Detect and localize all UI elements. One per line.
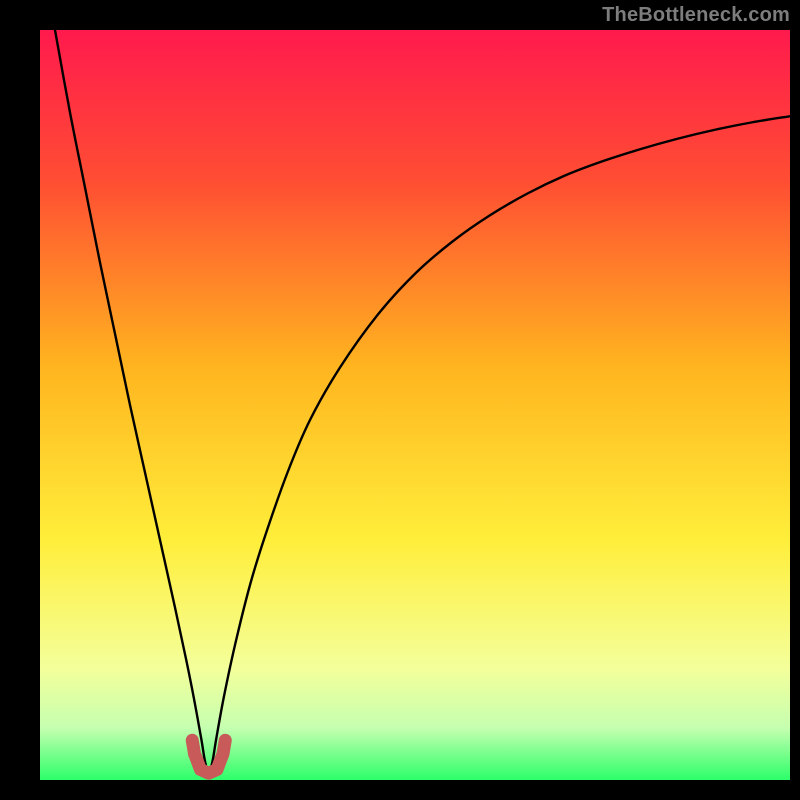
watermark-text: TheBottleneck.com (602, 4, 790, 27)
plot-area (40, 30, 790, 780)
chart-frame: TheBottleneck.com (0, 0, 800, 800)
gradient-background (40, 30, 790, 780)
bottleneck-chart (40, 30, 790, 780)
